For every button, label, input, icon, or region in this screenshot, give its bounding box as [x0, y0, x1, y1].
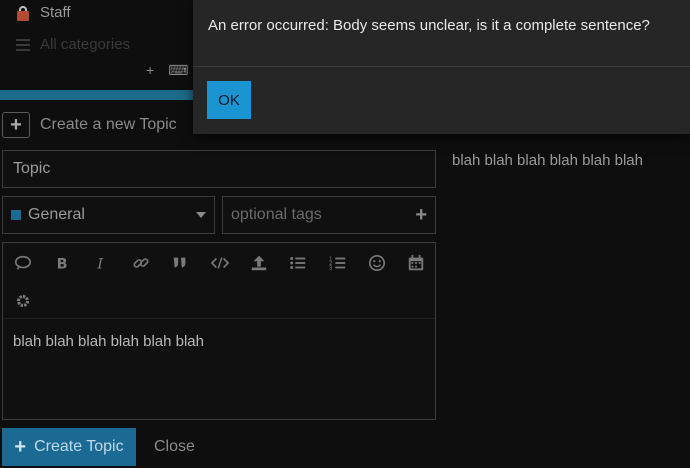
sidebar-tools: + ⌨: [146, 62, 188, 79]
link-icon[interactable]: [129, 251, 153, 275]
dialog-divider: [193, 66, 690, 67]
quote-icon[interactable]: [11, 251, 35, 275]
gear-icon[interactable]: [11, 289, 35, 313]
sidebar-item-label: Staff: [40, 4, 71, 21]
preview-text: blah blah blah blah blah blah: [452, 152, 643, 169]
error-dialog: An error occurred: Body seems unclear, i…: [193, 0, 690, 134]
emoji-icon[interactable]: [365, 251, 389, 275]
sidebar-item-all-categories[interactable]: All categories: [16, 36, 130, 53]
numbered-list-icon[interactable]: 123: [326, 251, 350, 275]
bullet-list-icon[interactable]: [286, 251, 310, 275]
close-button[interactable]: Close: [154, 438, 195, 456]
editor-toolbar: B I 123: [3, 243, 435, 319]
code-icon[interactable]: [208, 251, 232, 275]
lock-icon: [16, 5, 30, 21]
plus-icon: +: [14, 435, 27, 458]
editor[interactable]: B I 123 blah blah blah blah blah blah: [2, 242, 436, 420]
svg-text:B: B: [57, 256, 68, 272]
topic-title-input[interactable]: Topic: [2, 150, 436, 188]
svg-text:I: I: [96, 256, 103, 272]
ok-button[interactable]: OK: [207, 81, 251, 119]
sidebar-item-label: All categories: [40, 36, 131, 53]
editor-body-text[interactable]: blah blah blah blah blah blah: [3, 319, 435, 364]
plus-icon: +: [2, 112, 30, 138]
keyboard-icon[interactable]: ⌨: [168, 62, 188, 79]
upload-icon[interactable]: [247, 251, 271, 275]
create-topic-label: Create Topic: [34, 438, 124, 455]
chevron-down-icon: [196, 212, 206, 218]
plus-icon[interactable]: +: [415, 204, 427, 227]
category-select[interactable]: General: [2, 196, 215, 234]
sidebar-item-staff[interactable]: Staff: [16, 4, 71, 21]
bold-icon[interactable]: B: [50, 251, 74, 275]
calendar-icon[interactable]: [404, 251, 428, 275]
plus-icon[interactable]: +: [146, 62, 154, 79]
error-message: An error occurred: Body seems unclear, i…: [208, 17, 650, 34]
create-new-topic-button[interactable]: + Create a new Topic: [2, 112, 177, 138]
create-new-topic-label: Create a new Topic: [40, 116, 177, 133]
list-icon: [16, 38, 30, 51]
tags-input[interactable]: optional tags +: [222, 196, 436, 234]
create-topic-button[interactable]: + Create Topic: [2, 428, 136, 466]
category-color-swatch: [11, 210, 21, 220]
italic-icon[interactable]: I: [89, 251, 113, 275]
category-selected-label: General: [28, 206, 85, 223]
svg-text:3: 3: [329, 265, 332, 271]
accent-bar: [0, 90, 195, 100]
tags-placeholder: optional tags: [231, 206, 322, 223]
blockquote-icon[interactable]: [168, 251, 192, 275]
page-background: Staff All categories + ⌨ + Create a new …: [0, 0, 690, 468]
